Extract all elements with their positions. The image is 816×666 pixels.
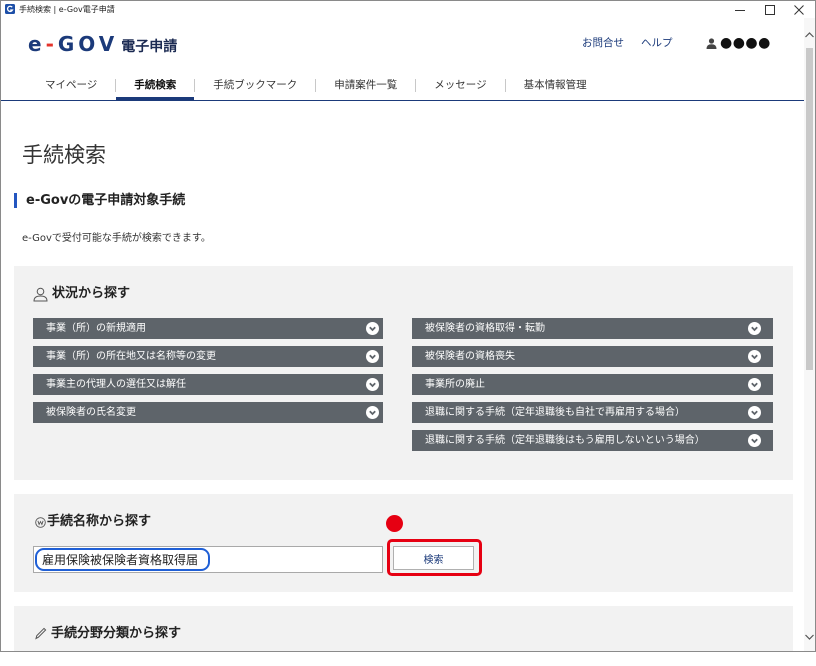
section-accent-bar — [14, 193, 17, 208]
search-button[interactable]: 検索 — [393, 546, 474, 570]
situation-item-label: 事業主の代理人の選任又は解任 — [46, 379, 186, 390]
service-name: 電子申請 — [121, 39, 178, 55]
situation-heading: 状況から探す — [52, 286, 131, 301]
tab-messages[interactable]: メッセージ — [416, 70, 504, 100]
category-search-heading: 手続分野分類から探す — [51, 626, 182, 641]
situation-item[interactable]: 事業（所）の所在地又は名称等の変更 — [33, 346, 383, 367]
logo-letters-gov: GOV — [57, 32, 119, 56]
tab-procedure-bookmarks[interactable]: 手続ブックマーク — [195, 70, 315, 100]
situation-item-label: 被保険者の資格喪失 — [425, 351, 515, 362]
situation-item-label: 事業所の廃止 — [425, 379, 485, 390]
situation-item[interactable]: 事業所の廃止 — [412, 374, 773, 395]
situation-item[interactable]: 退職に関する手続（定年退職後はもう雇用しないという場合） — [412, 430, 773, 451]
vertical-scrollbar[interactable] — [804, 18, 815, 651]
name-search-heading: 手続名称から探す — [47, 514, 152, 529]
chevron-down-icon — [748, 350, 761, 363]
contact-link[interactable]: お問合せ — [582, 36, 624, 50]
situation-item[interactable]: 事業主の代理人の選任又は解任 — [33, 374, 383, 395]
chevron-down-icon — [748, 434, 761, 447]
situation-item[interactable]: 被保険者の氏名変更 — [33, 402, 383, 423]
chevron-down-icon — [748, 378, 761, 391]
e-gov-logo[interactable]: e-GOV 電子申請 — [28, 32, 177, 56]
close-icon[interactable] — [794, 5, 804, 15]
search-by-category-panel: 手続分野分類から探す — [14, 606, 793, 651]
logo-mark: e-GOV — [28, 32, 118, 56]
chevron-down-icon — [748, 406, 761, 419]
situation-item[interactable]: 被保険者の資格喪失 — [412, 346, 773, 367]
person-outline-icon — [33, 287, 48, 302]
chevron-down-icon — [366, 378, 379, 391]
pencil-icon — [34, 627, 47, 640]
scroll-up-icon[interactable] — [805, 32, 814, 38]
window-title: 手続検索 | e-Gov電子申請 — [19, 5, 115, 14]
tab-basic-info[interactable]: 基本情報管理 — [506, 70, 605, 100]
situation-item-label: 被保険者の氏名変更 — [46, 407, 136, 418]
situation-item-label: 事業（所）の所在地又は名称等の変更 — [46, 351, 216, 362]
user-name[interactable]: ●●●● — [720, 34, 771, 52]
nav-divider — [1, 100, 804, 101]
app-window: 手続検索 | e-Gov電子申請 e-GOV 電子申請 お問合せ ヘルプ ●●●… — [0, 0, 816, 652]
scroll-down-icon[interactable] — [805, 634, 814, 640]
tab-application-list[interactable]: 申請案件一覧 — [316, 70, 415, 100]
logo-dash: - — [45, 32, 58, 56]
chevron-down-icon — [366, 322, 379, 335]
tab-procedure-search[interactable]: 手続検索 — [116, 70, 195, 100]
situation-item-label: 事業（所）の新規適用 — [46, 323, 146, 334]
search-by-name-panel: 手続名称から探す 検索 — [14, 494, 793, 592]
chevron-down-icon — [366, 406, 379, 419]
scrollbar-thumb[interactable] — [806, 48, 813, 370]
person-icon[interactable] — [706, 38, 717, 49]
section-heading: e-Govの電子申請対象手続 — [26, 193, 186, 208]
step-marker-dot — [386, 515, 403, 532]
page-title: 手続検索 — [22, 143, 106, 167]
minimize-icon[interactable] — [735, 5, 745, 15]
situation-item-label: 被保険者の資格取得・転勤 — [425, 323, 545, 334]
circled-w-icon — [35, 517, 46, 528]
procedure-name-input[interactable] — [33, 546, 383, 573]
situation-item[interactable]: 被保険者の資格取得・転勤 — [412, 318, 773, 339]
chevron-down-icon — [366, 350, 379, 363]
situation-item-label: 退職に関する手続（定年退職後はもう雇用しないという場合） — [425, 435, 705, 446]
chevron-down-icon — [748, 322, 761, 335]
section-description: e-Govで受付可能な手続が検索できます。 — [22, 233, 211, 244]
search-by-situation-panel: 状況から探す 事業（所）の新規適用 事業（所）の所在地又は名称等の変更 事業主の… — [14, 266, 793, 480]
title-bar: 手続検索 | e-Gov電子申請 — [1, 1, 815, 18]
tab-mypage[interactable]: マイページ — [27, 70, 115, 100]
situation-item[interactable]: 退職に関する手続（定年退職後も自社で再雇用する場合） — [412, 402, 773, 423]
maximize-icon[interactable] — [765, 5, 775, 15]
main-nav: マイページ 手続検索 手続ブックマーク 申請案件一覧 メッセージ 基本情報管理 — [27, 70, 605, 100]
e-gov-app-icon — [5, 4, 15, 14]
page-viewport: e-GOV 電子申請 お問合せ ヘルプ ●●●● マイページ 手続検索 手続ブッ… — [1, 18, 804, 651]
situation-item-label: 退職に関する手続（定年退職後も自社で再雇用する場合） — [425, 407, 685, 418]
help-link[interactable]: ヘルプ — [641, 36, 673, 50]
situation-item[interactable]: 事業（所）の新規適用 — [33, 318, 383, 339]
logo-letter-e: e — [28, 32, 46, 56]
